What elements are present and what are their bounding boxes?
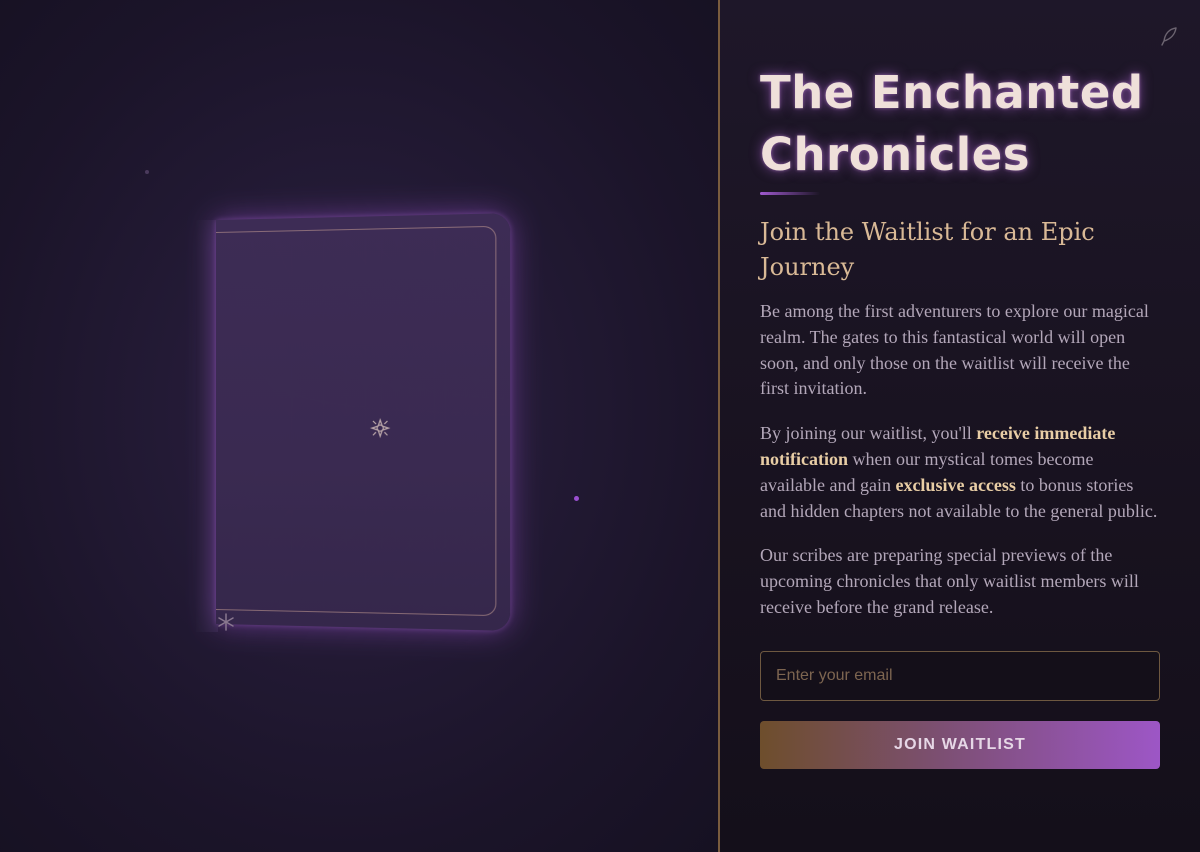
benefits-emphasis: exclusive access — [895, 474, 1016, 495]
waitlist-content: The Enchanted Chronicles Join the Waitli… — [760, 62, 1160, 769]
page-subtitle: Join the Waitlist for an Epic Journey — [760, 218, 1095, 281]
waitlist-panel: The Enchanted Chronicles Join the Waitli… — [720, 0, 1200, 852]
star-icon — [218, 613, 234, 631]
email-input[interactable] — [760, 650, 1160, 701]
benefits-text: By joining our waitlist, you'll — [760, 423, 977, 444]
join-waitlist-button[interactable]: JOIN WAITLIST — [760, 720, 1160, 769]
enchanted-book[interactable] — [196, 213, 511, 632]
benefits-paragraph: By joining our waitlist, you'll receive … — [760, 421, 1160, 524]
quill-icon — [1161, 27, 1177, 46]
book-spine — [196, 220, 218, 632]
floating-spark — [574, 496, 579, 501]
intro-paragraph: Be among the first adventurers to explor… — [760, 301, 1149, 399]
preview-paragraph: Our scribes are preparing special previe… — [760, 545, 1139, 617]
book-scene — [0, 0, 718, 852]
waitlist-page: The Enchanted Chronicles Join the Waitli… — [0, 0, 1200, 852]
title-underline — [760, 192, 820, 195]
book-cover-frame — [216, 225, 497, 617]
book-cover — [216, 213, 511, 631]
sparkle-icon — [368, 416, 393, 440]
page-title: The Enchanted Chronicles — [760, 66, 1144, 181]
floating-spark — [145, 170, 149, 174]
